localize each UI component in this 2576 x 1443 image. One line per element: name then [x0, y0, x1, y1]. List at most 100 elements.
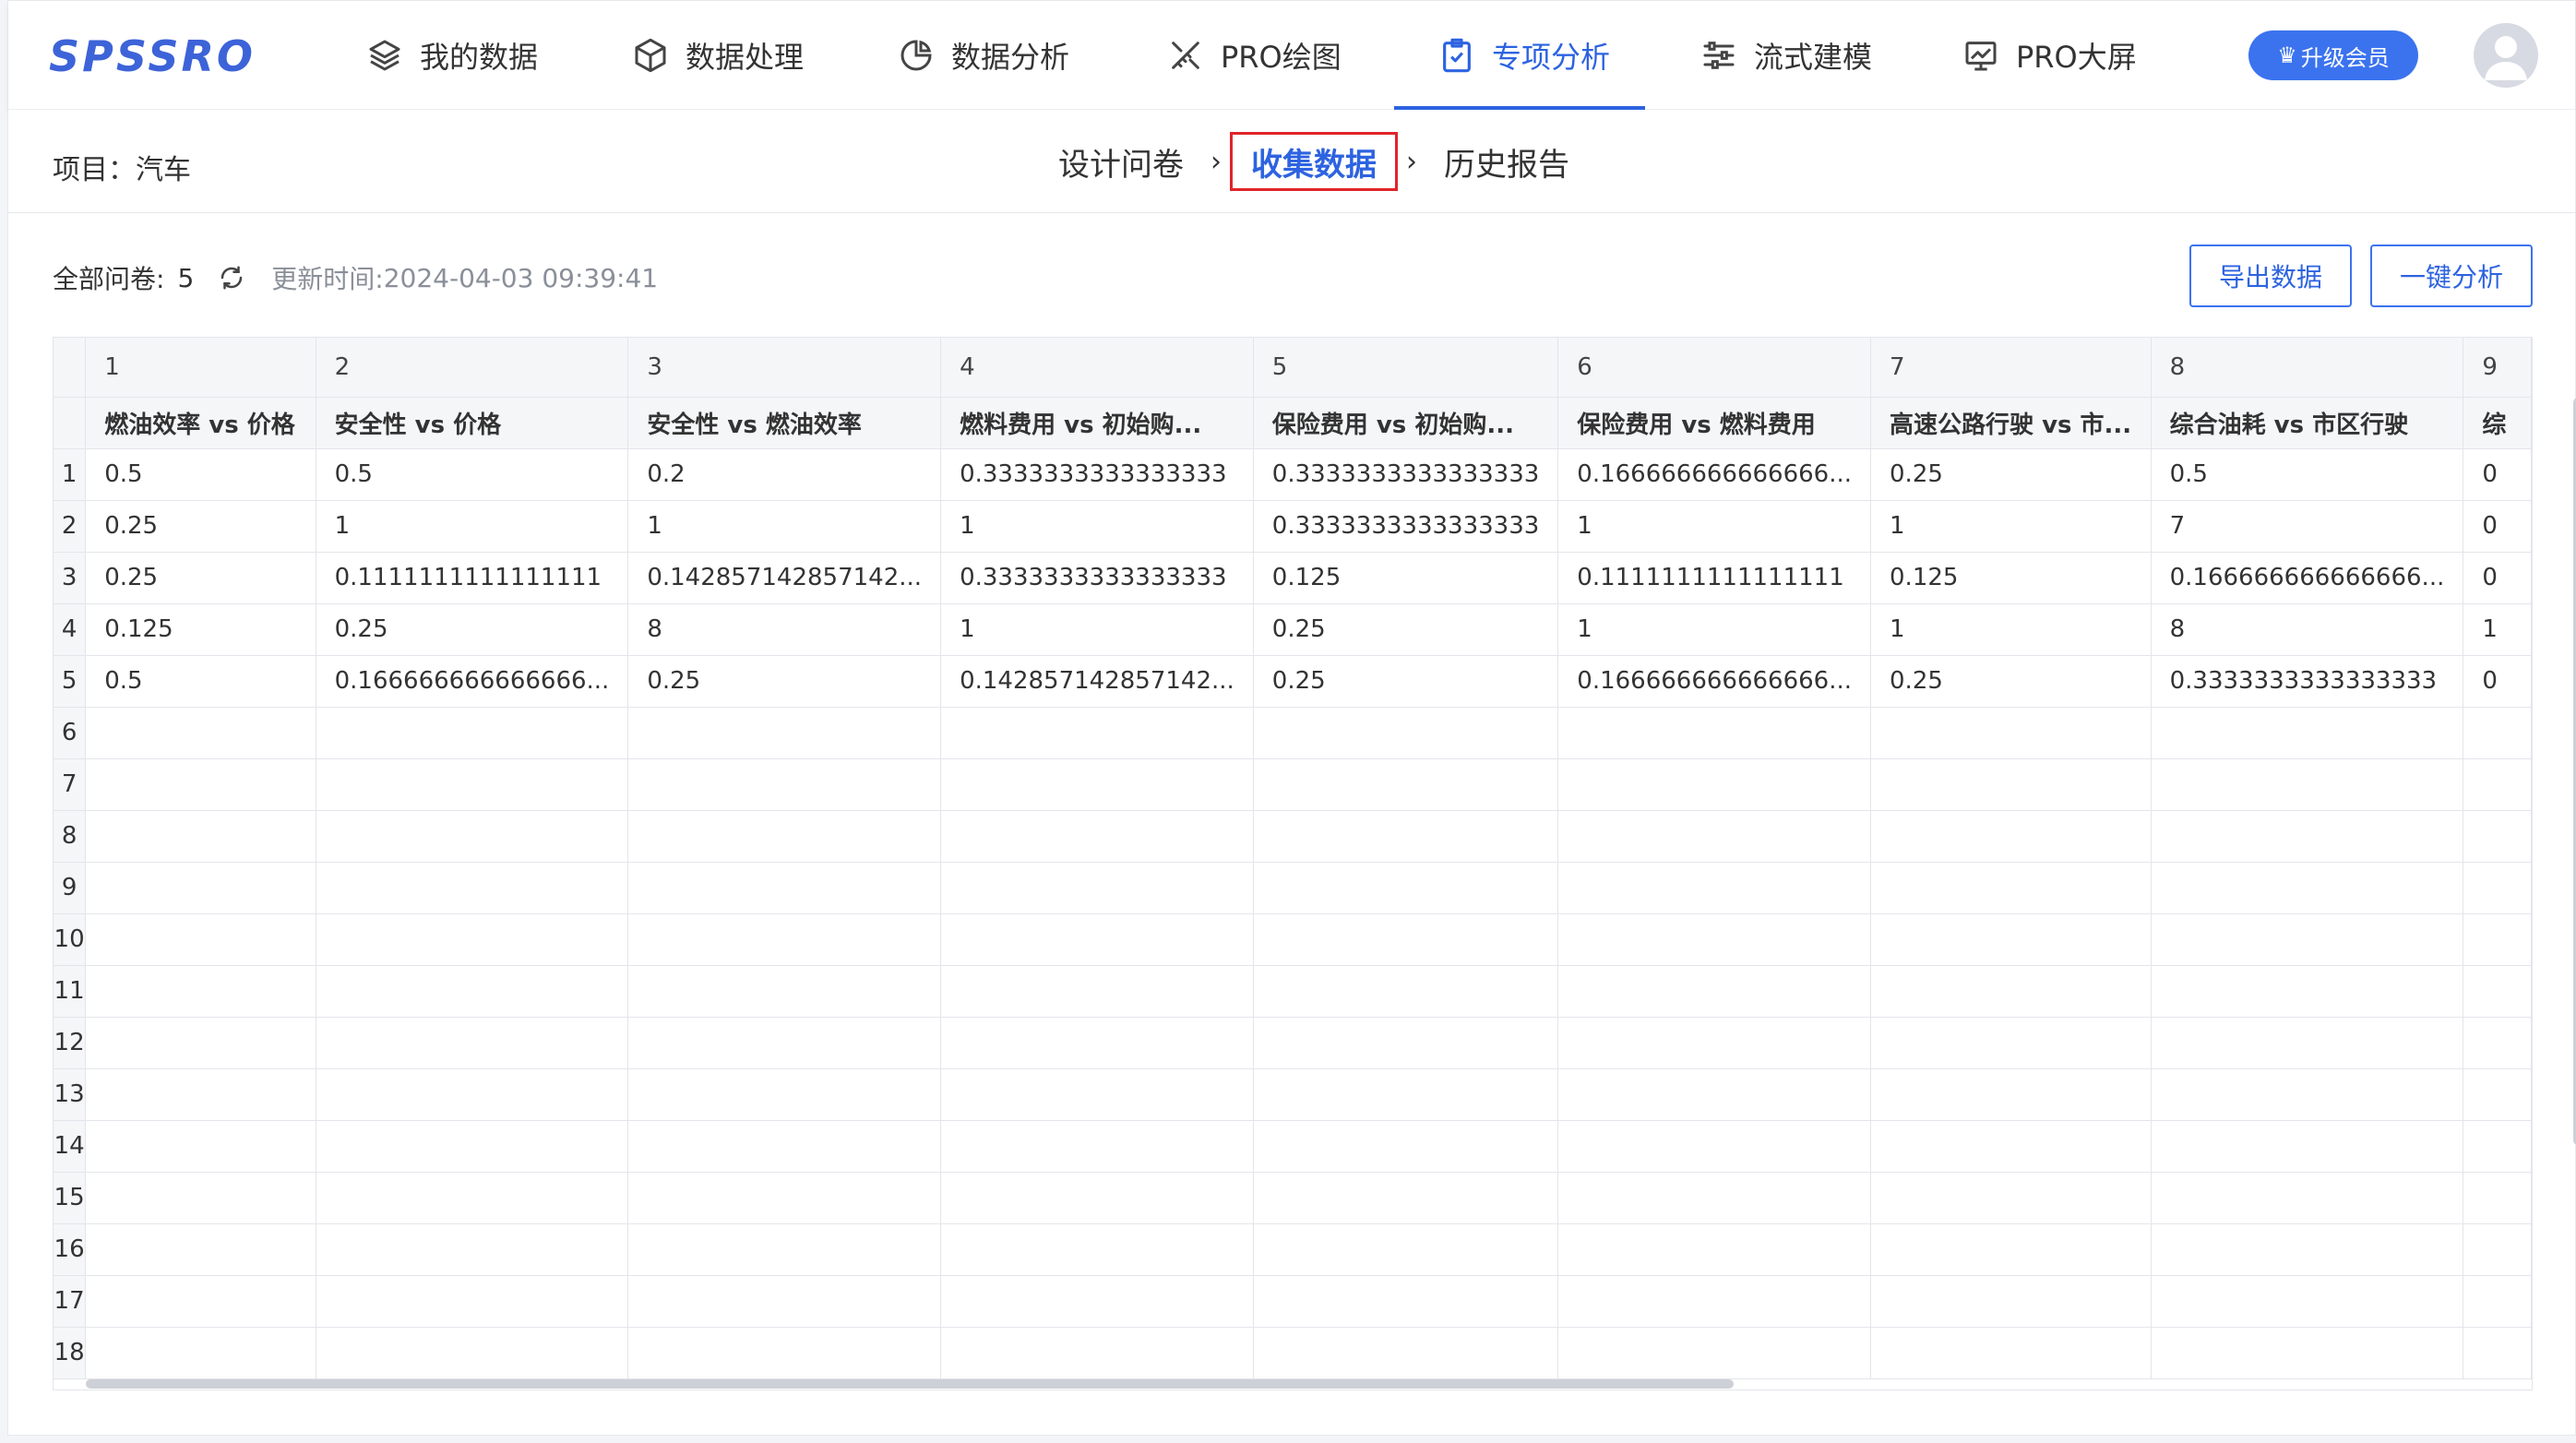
table-cell[interactable]: [1253, 1172, 1559, 1224]
table-cell[interactable]: [85, 1223, 316, 1276]
table-cell[interactable]: [1870, 707, 2152, 759]
table-cell[interactable]: [2463, 913, 2532, 966]
table-cell[interactable]: [1557, 707, 1872, 759]
table-cell[interactable]: [316, 965, 629, 1018]
nav-my-data[interactable]: 我的数据: [364, 1, 538, 110]
table-cell[interactable]: [85, 1172, 316, 1224]
table-cell[interactable]: [2151, 1275, 2464, 1328]
export-data-button[interactable]: 导出数据: [2189, 244, 2352, 307]
table-cell[interactable]: [627, 1017, 942, 1069]
table-cell[interactable]: [1557, 965, 1872, 1018]
avatar[interactable]: [2474, 23, 2538, 88]
table-cell[interactable]: [1557, 1068, 1872, 1121]
column-number-cell[interactable]: 1: [85, 338, 316, 398]
table-cell[interactable]: [1557, 1120, 1872, 1173]
table-cell[interactable]: [316, 707, 629, 759]
column-header[interactable]: 综: [2463, 397, 2532, 449]
table-cell[interactable]: [316, 1327, 629, 1379]
table-cell[interactable]: [2463, 1327, 2532, 1379]
table-cell[interactable]: 0.25: [1253, 603, 1559, 656]
table-cell[interactable]: 0.3333333333333333: [2151, 655, 2464, 708]
table-cell[interactable]: [1557, 862, 1872, 914]
table-cell[interactable]: 0.1111111111111111: [316, 552, 629, 604]
table-cell[interactable]: [1870, 965, 2152, 1018]
table-cell[interactable]: [1557, 1172, 1872, 1224]
row-number-cell[interactable]: 17: [54, 1275, 87, 1328]
table-cell[interactable]: [1870, 1120, 2152, 1173]
table-cell[interactable]: [940, 1017, 1254, 1069]
column-header[interactable]: 保险费用 vs 初始购...: [1253, 397, 1559, 449]
nav-pro-drawing[interactable]: PRO绘图: [1165, 1, 1342, 110]
table-cell[interactable]: [1557, 1017, 1872, 1069]
table-cell[interactable]: 1: [1870, 603, 2152, 656]
table-cell[interactable]: 8: [2151, 603, 2464, 656]
table-cell[interactable]: 1: [940, 500, 1254, 553]
column-number-cell[interactable]: 6: [1557, 338, 1872, 398]
table-cell[interactable]: [1253, 965, 1559, 1018]
table-cell[interactable]: 0.3333333333333333: [940, 552, 1254, 604]
table-cell[interactable]: [2463, 1172, 2532, 1224]
table-cell[interactable]: 0.142857142857142...: [940, 655, 1254, 708]
table-cell[interactable]: [1253, 707, 1559, 759]
table-cell[interactable]: 0: [2463, 448, 2532, 501]
column-number-cell[interactable]: 9: [2463, 338, 2532, 398]
column-header[interactable]: 安全性 vs 燃油效率: [627, 397, 942, 449]
upgrade-vip-button[interactable]: ♛ 升级会员: [2248, 30, 2418, 80]
table-cell[interactable]: [627, 913, 942, 966]
table-cell[interactable]: [316, 1120, 629, 1173]
table-cell[interactable]: 0.25: [1870, 448, 2152, 501]
table-cell[interactable]: 0.5: [2151, 448, 2464, 501]
table-cell[interactable]: 0.1111111111111111: [1557, 552, 1872, 604]
table-cell[interactable]: [1870, 1275, 2152, 1328]
table-cell[interactable]: [2151, 1120, 2464, 1173]
row-number-cell[interactable]: 18: [54, 1327, 87, 1379]
table-cell[interactable]: 0.166666666666666...: [1557, 448, 1872, 501]
table-cell[interactable]: [2463, 862, 2532, 914]
table-cell[interactable]: 0: [2463, 655, 2532, 708]
table-cell[interactable]: [2151, 1223, 2464, 1276]
table-cell[interactable]: [2151, 1172, 2464, 1224]
table-cell[interactable]: 0.3333333333333333: [1253, 500, 1559, 553]
table-cell[interactable]: 0.125: [1253, 552, 1559, 604]
table-cell[interactable]: 1: [1557, 500, 1872, 553]
column-header[interactable]: 燃料费用 vs 初始购...: [940, 397, 1254, 449]
table-cell[interactable]: 7: [2151, 500, 2464, 553]
table-cell[interactable]: [1253, 913, 1559, 966]
step-design-survey[interactable]: 设计问卷: [1040, 132, 1202, 191]
table-cell[interactable]: [85, 1120, 316, 1173]
table-cell[interactable]: [940, 1172, 1254, 1224]
table-cell[interactable]: [85, 1017, 316, 1069]
table-cell[interactable]: [627, 1120, 942, 1173]
table-cell[interactable]: [940, 707, 1254, 759]
table-cell[interactable]: [316, 1017, 629, 1069]
table-cell[interactable]: [85, 1275, 316, 1328]
table-cell[interactable]: [316, 810, 629, 863]
table-cell[interactable]: [1870, 1068, 2152, 1121]
column-number-cell[interactable]: 8: [2151, 338, 2464, 398]
column-header[interactable]: 保险费用 vs 燃料费用: [1557, 397, 1872, 449]
table-cell[interactable]: [85, 1327, 316, 1379]
row-number-cell[interactable]: 2: [54, 500, 87, 553]
table-cell[interactable]: [316, 1068, 629, 1121]
table-cell[interactable]: 0.3333333333333333: [1253, 448, 1559, 501]
row-number-cell[interactable]: 12: [54, 1017, 87, 1069]
table-cell[interactable]: 0.125: [1870, 552, 2152, 604]
row-number-cell[interactable]: 5: [54, 655, 87, 708]
table-cell[interactable]: [1253, 1068, 1559, 1121]
row-number-cell[interactable]: 9: [54, 862, 87, 914]
table-cell[interactable]: 1: [940, 603, 1254, 656]
table-cell[interactable]: [85, 810, 316, 863]
table-cell[interactable]: [1870, 1172, 2152, 1224]
table-cell[interactable]: [2463, 1017, 2532, 1069]
table-cell[interactable]: 0.25: [627, 655, 942, 708]
row-number-cell[interactable]: 8: [54, 810, 87, 863]
column-number-cell[interactable]: 7: [1870, 338, 2152, 398]
refresh-icon[interactable]: [216, 262, 247, 293]
table-cell[interactable]: [1870, 1017, 2152, 1069]
table-cell[interactable]: [940, 1275, 1254, 1328]
table-cell[interactable]: 0.166666666666666...: [1557, 655, 1872, 708]
table-cell[interactable]: [1870, 810, 2152, 863]
table-cell[interactable]: 0.25: [1253, 655, 1559, 708]
row-number-cell[interactable]: 14: [54, 1120, 87, 1173]
table-cell[interactable]: [2151, 1017, 2464, 1069]
